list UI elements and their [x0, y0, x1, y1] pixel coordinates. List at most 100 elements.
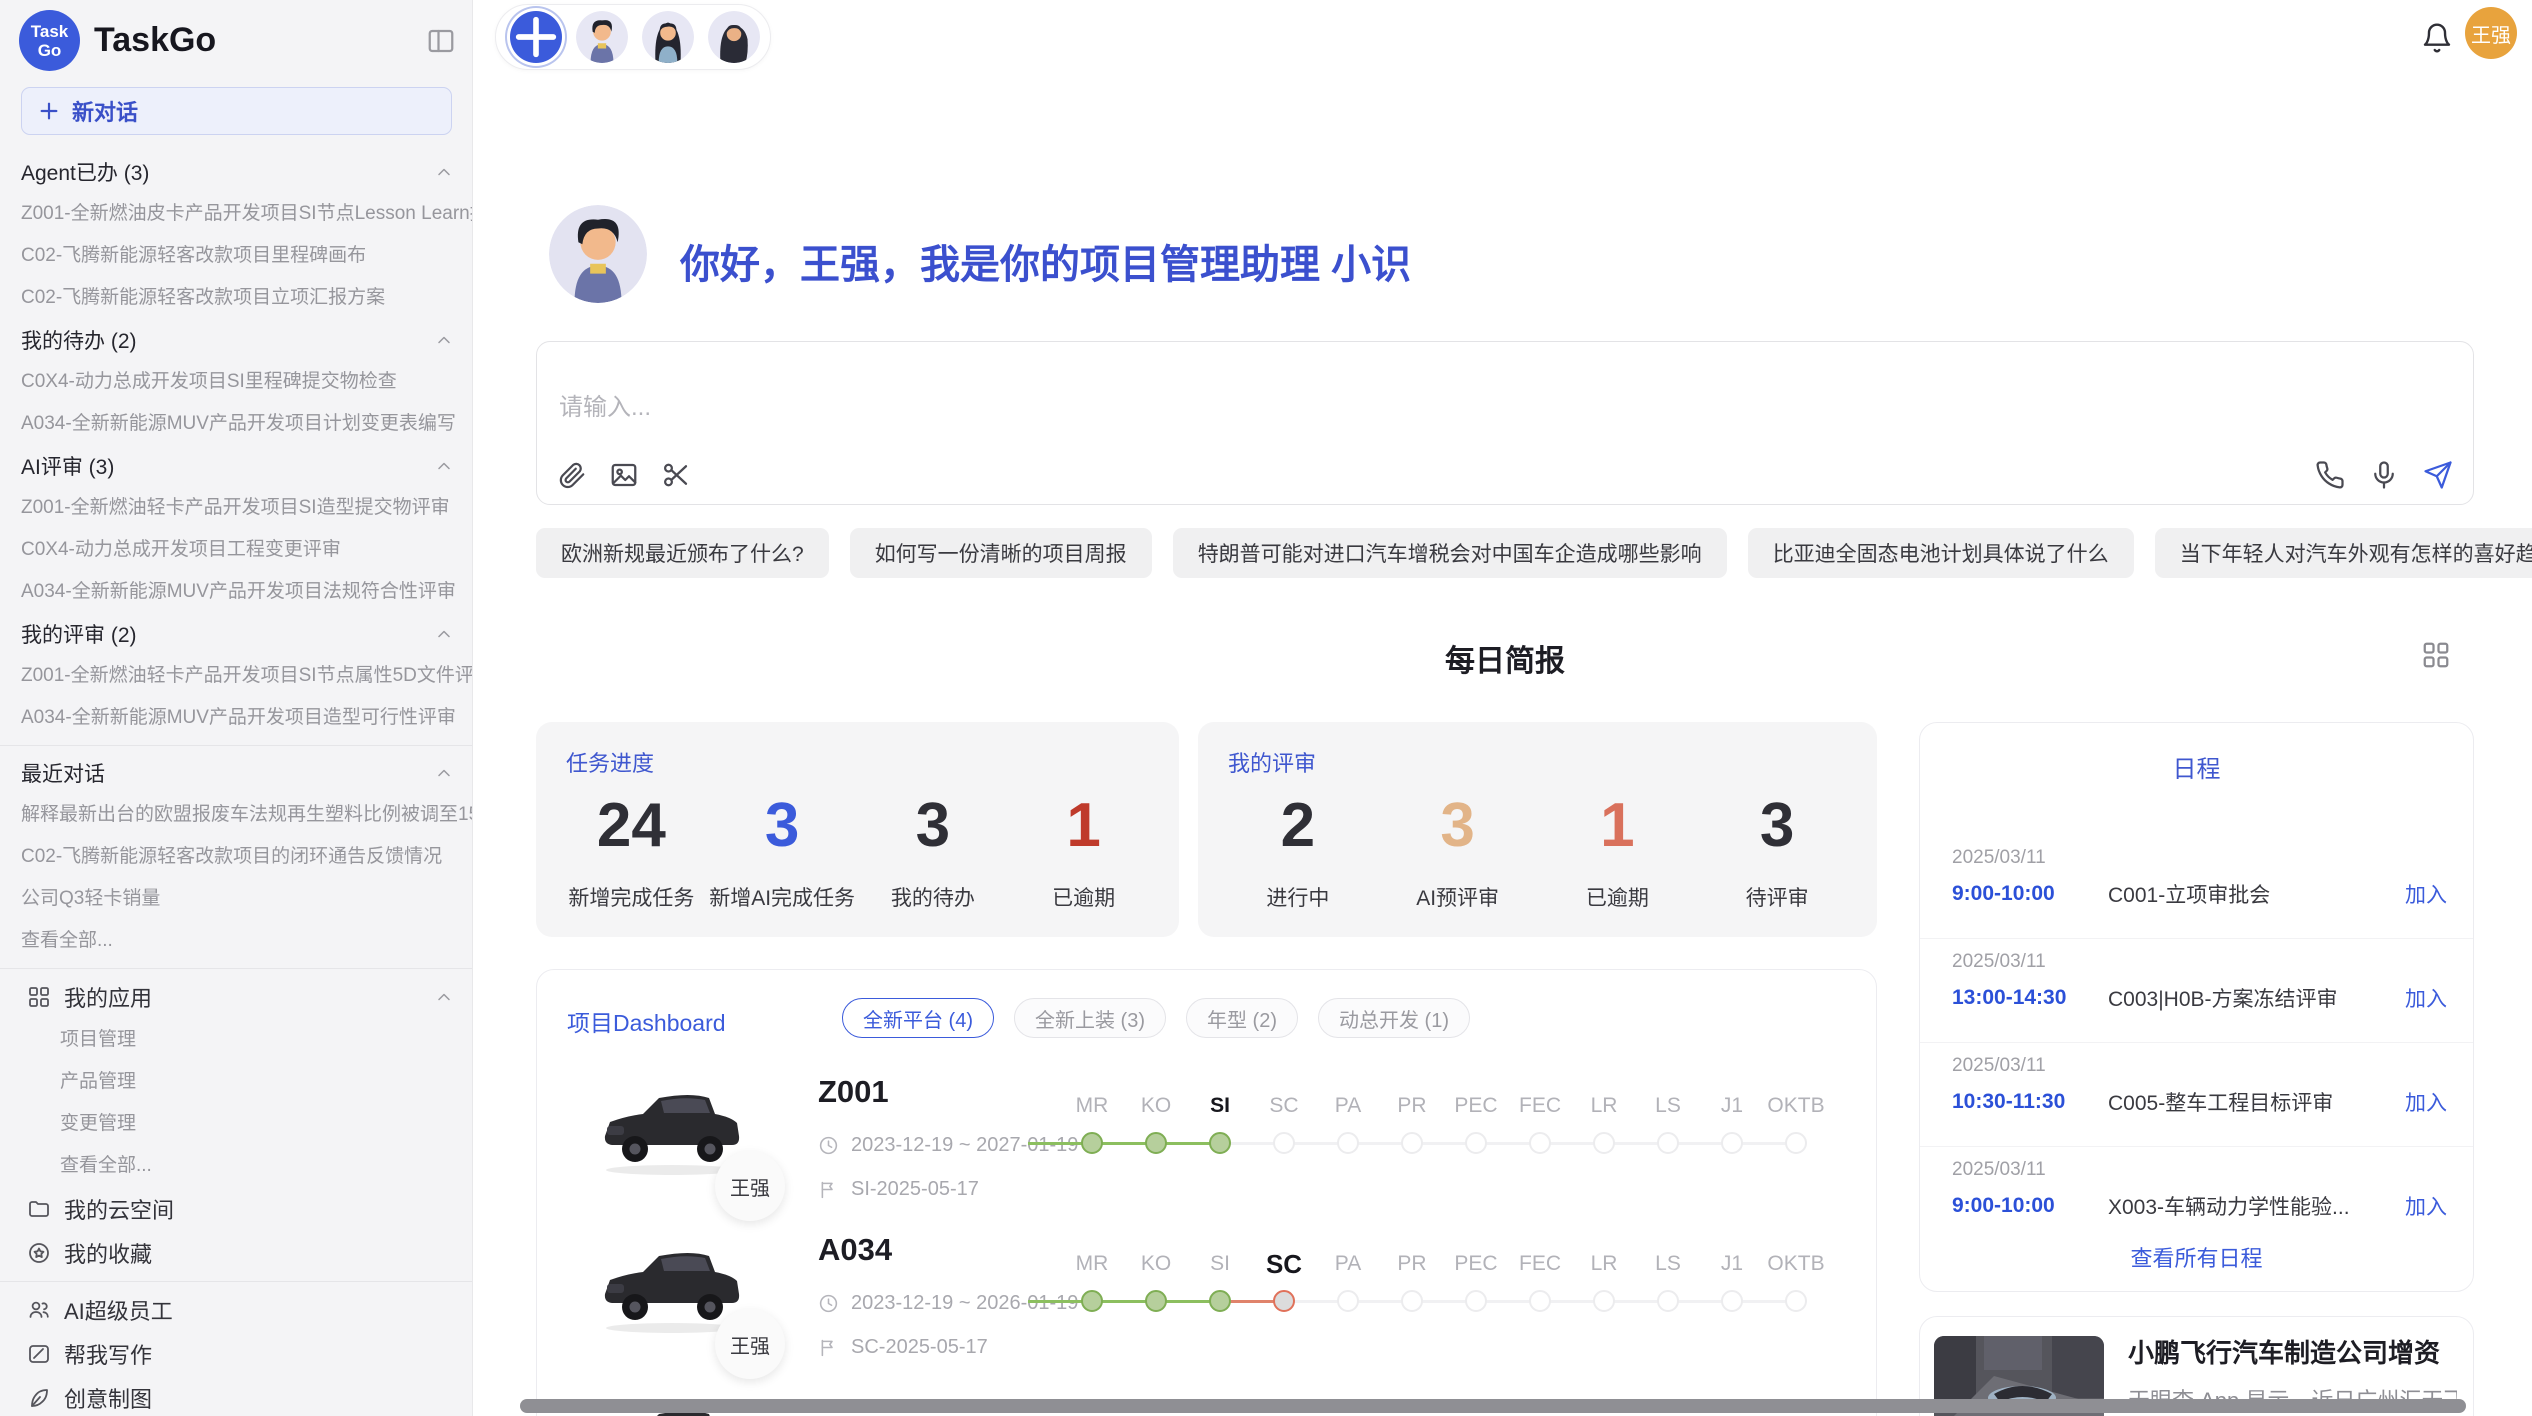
logo-line2: Go — [38, 41, 62, 60]
plus-icon — [38, 100, 60, 122]
task-progress-card: 任务进度 24 新增完成任务 3 新增AI完成任务 3 我的待办 1 已逾期 — [536, 722, 1179, 937]
stat-review-overdue: 1 已逾期 — [1538, 784, 1698, 923]
my-review-card: 我的评审 2 进行中 3 AI预评审 1 已逾期 3 待评审 — [1198, 722, 1877, 937]
clock-icon — [818, 1293, 839, 1314]
chevron-up-icon[interactable] — [434, 330, 454, 350]
chevron-up-icon[interactable] — [434, 763, 454, 783]
section-my-todo[interactable]: 我的待办 (2) — [0, 319, 472, 361]
agent-avatar-3[interactable] — [708, 11, 760, 63]
send-icon[interactable] — [2423, 460, 2453, 490]
sidebar-item-ai-staff[interactable]: AI超级员工 — [0, 1288, 472, 1332]
join-link[interactable]: 加入 — [2405, 1087, 2447, 1117]
join-link[interactable]: 加入 — [2405, 983, 2447, 1013]
app-title: TaskGo — [94, 21, 426, 60]
stat-value: 1 — [1008, 784, 1159, 868]
agent-avatar-1[interactable] — [576, 11, 628, 63]
section-recent-chats[interactable]: 最近对话 — [0, 752, 472, 794]
schedule-time: 9:00-10:00 — [1952, 882, 2080, 906]
list-item[interactable]: C02-飞腾新能源轻客改款项目立项汇报方案 — [0, 277, 472, 319]
view-all-chats[interactable]: 查看全部... — [0, 920, 472, 962]
section-title: Agent已办 (3) — [21, 157, 149, 187]
nav-label: 帮我写作 — [64, 1338, 152, 1370]
list-item[interactable]: C02-飞腾新能源轻客改款项目的闭环通告反馈情况 — [0, 836, 472, 878]
sidebar-item-cloud-space[interactable]: 我的云空间 — [0, 1187, 472, 1231]
stat-value: 2 — [1218, 784, 1378, 868]
owner-badge: 王强 — [715, 1151, 785, 1221]
filter-tab[interactable]: 全新上装 (3) — [1014, 998, 1166, 1038]
horizontal-scrollbar[interactable] — [520, 1399, 2466, 1413]
collapse-sidebar-icon[interactable] — [426, 26, 456, 56]
list-item[interactable]: 公司Q3轻卡销量 — [0, 878, 472, 920]
sidebar-item-creative-draw[interactable]: 创意制图 — [0, 1376, 472, 1416]
list-item[interactable]: 解释最新出台的欧盟报废车法规再生塑料比例被调至15%... — [0, 794, 472, 836]
sidebar-item-my-apps[interactable]: 我的应用 — [0, 975, 472, 1019]
agent-avatar-2[interactable] — [642, 11, 694, 63]
list-item[interactable]: Z001-全新燃油轻卡产品开发项目SI节点属性5D文件评审 — [0, 655, 472, 697]
list-item[interactable]: A034-全新新能源MUV产品开发项目造型可行性评审 — [0, 697, 472, 739]
nav-label: 创意制图 — [64, 1382, 152, 1414]
phone-icon[interactable] — [2315, 460, 2345, 490]
chevron-up-icon[interactable] — [434, 624, 454, 644]
image-icon[interactable] — [609, 460, 639, 490]
attach-icon[interactable] — [557, 460, 587, 490]
section-agent-done[interactable]: Agent已办 (3) — [0, 151, 472, 193]
list-item[interactable]: A034-全新新能源MUV产品开发项目计划变更表编写 — [0, 403, 472, 445]
stat-label: AI预评审 — [1378, 882, 1538, 912]
chat-composer — [536, 341, 2474, 505]
suggestion-chip[interactable]: 特朗普可能对进口汽车增税会对中国车企造成哪些影响 — [1173, 528, 1727, 578]
new-chat-button[interactable]: 新对话 — [21, 87, 452, 135]
chevron-up-icon[interactable] — [434, 987, 454, 1007]
stat-label: 新增AI完成任务 — [707, 882, 858, 912]
stat-ai-prereview: 3 AI预评审 — [1378, 784, 1538, 923]
list-item[interactable]: C0X4-动力总成开发项目SI里程碑提交物检查 — [0, 361, 472, 403]
sidebar-item-product-mgmt[interactable]: 产品管理 — [0, 1061, 472, 1103]
add-session-button[interactable] — [510, 11, 562, 63]
stat-my-todo: 3 我的待办 — [858, 784, 1009, 923]
milestone: OKTB — [1764, 1246, 1828, 1312]
view-all-schedule-link[interactable]: 查看所有日程 — [1920, 1241, 2473, 1273]
schedule-date: 2025/03/11 — [1952, 951, 2046, 973]
schedule-panel: 日程 2025/03/11 9:00-10:00 C001-立项审批会 加入 2… — [1919, 722, 2474, 1292]
users-icon — [27, 1298, 51, 1322]
filter-tab[interactable]: 年型 (2) — [1186, 998, 1298, 1038]
suggestion-chip[interactable]: 比亚迪全固态电池计划具体说了什么 — [1748, 528, 2134, 578]
section-my-review[interactable]: 我的评审 (2) — [0, 613, 472, 655]
stat-label: 已逾期 — [1008, 882, 1159, 912]
user-avatar[interactable]: 王强 — [2465, 7, 2517, 59]
join-link[interactable]: 加入 — [2405, 879, 2447, 909]
mic-icon[interactable] — [2369, 460, 2399, 490]
list-item[interactable]: C02-飞腾新能源轻客改款项目里程碑画布 — [0, 235, 472, 277]
flag-icon — [818, 1337, 839, 1358]
scissors-icon[interactable] — [661, 460, 691, 490]
chevron-up-icon[interactable] — [434, 456, 454, 476]
dashboard-title: 项目Dashboard — [567, 1004, 726, 1038]
notification-bell-icon[interactable] — [2421, 22, 2453, 54]
folder-icon — [27, 1197, 51, 1221]
list-item[interactable]: Z001-全新燃油轻卡产品开发项目SI造型提交物评审 — [0, 487, 472, 529]
section-title: 我的待办 (2) — [21, 325, 137, 355]
milestone-track: MR KO SI SC PA PR PEC FEC LR LS J1 OKTB — [1060, 1088, 1828, 1154]
sidebar-item-help-write[interactable]: 帮我写作 — [0, 1332, 472, 1376]
sidebar-item-project-mgmt[interactable]: 项目管理 — [0, 1019, 472, 1061]
list-item[interactable]: C0X4-动力总成开发项目工程变更评审 — [0, 529, 472, 571]
sidebar-item-favorites[interactable]: 我的收藏 — [0, 1231, 472, 1275]
stat-label: 我的待办 — [858, 882, 1009, 912]
view-all-apps[interactable]: 查看全部... — [0, 1145, 472, 1187]
layout-grid-icon[interactable] — [2421, 640, 2451, 670]
suggestion-chip[interactable]: 欧洲新规最近颁布了什么? — [536, 528, 829, 578]
filter-tab[interactable]: 动总开发 (1) — [1318, 998, 1470, 1038]
milestone: OKTB — [1764, 1088, 1828, 1154]
suggestion-chip[interactable]: 如何写一份清晰的项目周报 — [850, 528, 1152, 578]
schedule-item: 2025/03/11 9:00-10:00 C001-立项审批会 加入 — [1920, 835, 2473, 939]
suggestion-chip[interactable]: 当下年轻人对汽车外观有怎样的喜好趋势 — [2155, 528, 2532, 578]
write-icon — [27, 1342, 51, 1366]
stat-overdue: 1 已逾期 — [1008, 784, 1159, 923]
section-ai-review[interactable]: AI评审 (3) — [0, 445, 472, 487]
join-link[interactable]: 加入 — [2405, 1191, 2447, 1221]
list-item[interactable]: Z001-全新燃油皮卡产品开发项目SI节点Lesson Learn报告 — [0, 193, 472, 235]
chat-input[interactable] — [559, 394, 1959, 422]
filter-tab[interactable]: 全新平台 (4) — [842, 998, 994, 1038]
chevron-up-icon[interactable] — [434, 162, 454, 182]
sidebar-item-change-mgmt[interactable]: 变更管理 — [0, 1103, 472, 1145]
list-item[interactable]: A034-全新新能源MUV产品开发项目法规符合性评审 — [0, 571, 472, 613]
